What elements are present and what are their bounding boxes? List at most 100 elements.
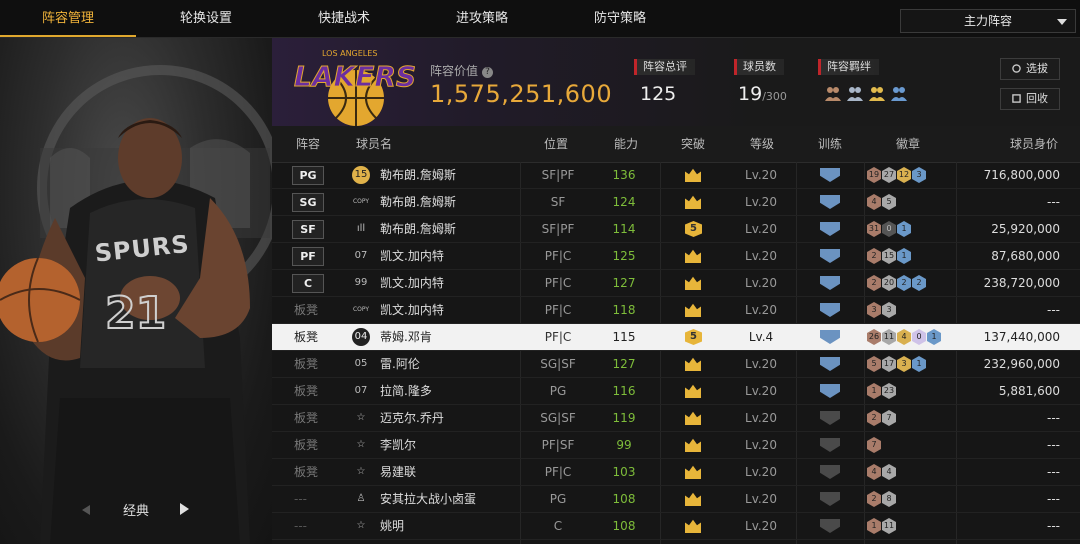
- player-name[interactable]: 凯文.加内特: [380, 297, 444, 323]
- player-rating: 136: [612, 168, 636, 182]
- table-row[interactable]: 板凳 ☆ 迈克尔.乔丹 SG|SF 119 Lv.20 2 7 ---: [272, 405, 1080, 432]
- header-slot[interactable]: 阵容: [296, 126, 320, 162]
- player-name[interactable]: 拉简.隆多: [380, 378, 432, 404]
- table-row[interactable]: SF ıll 勒布朗.詹姆斯 SF|PF 114 5 Lv.20 31 0 1 25,920,000: [272, 216, 1080, 243]
- training-shield-icon[interactable]: [820, 276, 840, 290]
- header-rating[interactable]: 能力: [614, 126, 638, 162]
- slot-label[interactable]: ---: [294, 486, 307, 512]
- tab-offense-strategy[interactable]: 进攻策略: [414, 0, 550, 37]
- slot-label[interactable]: 板凳: [294, 378, 318, 404]
- header-worth[interactable]: 球员身价: [1010, 126, 1058, 162]
- help-icon[interactable]: ?: [482, 67, 494, 78]
- badge-list[interactable]: 7: [867, 436, 882, 454]
- player-name[interactable]: 李凯尔: [380, 432, 416, 458]
- table-row[interactable]: SG COPY 勒布朗.詹姆斯 SF 124 Lv.20 4 5 ---: [272, 189, 1080, 216]
- player-name[interactable]: 凯文.加内特: [380, 243, 444, 269]
- header-position[interactable]: 位置: [544, 126, 568, 162]
- training-shield-icon[interactable]: [820, 411, 840, 425]
- table-row[interactable]: C 99 凯文.加内特 PF|C 127 Lv.20 2 20 2 2 238,720,000: [272, 270, 1080, 297]
- player-name[interactable]: 勒布朗.詹姆斯: [380, 216, 456, 242]
- table-row[interactable]: 板凳 COPY 凯文.加内特 PF|C 118 Lv.20 3 3 ---: [272, 297, 1080, 324]
- badge-list[interactable]: 31 0 1: [867, 220, 912, 238]
- training-shield-icon[interactable]: [820, 492, 840, 506]
- slot-label[interactable]: ---: [294, 513, 307, 539]
- badge-list[interactable]: 33: [867, 301, 897, 319]
- player-name[interactable]: 勒布朗.詹姆斯: [380, 162, 456, 188]
- training-shield-icon[interactable]: [820, 195, 840, 209]
- player-name[interactable]: 迈克尔.乔丹: [380, 405, 444, 431]
- player-position: PG: [549, 384, 567, 398]
- badge-list[interactable]: 19 27 12 3: [867, 166, 927, 184]
- table-row[interactable]: 板凳 07 拉简.隆多 PG 116 Lv.20 1 23 5,881,600: [272, 378, 1080, 405]
- training-shield-icon[interactable]: [820, 222, 840, 236]
- training-shield-icon[interactable]: [820, 249, 840, 263]
- slot-label[interactable]: 板凳: [294, 459, 318, 485]
- header-name[interactable]: 球员名: [356, 126, 392, 162]
- header-breakthrough[interactable]: 突破: [681, 126, 705, 162]
- chemistry-bronze-icon[interactable]: [824, 85, 842, 103]
- recycle-button[interactable]: 回收: [1000, 88, 1060, 110]
- slot-badge[interactable]: PG: [292, 166, 324, 185]
- badge-list[interactable]: 2 15 1: [867, 247, 912, 265]
- badge-blue: 1: [897, 221, 911, 237]
- player-name[interactable]: 凯文.加内特: [380, 270, 444, 296]
- badge-list[interactable]: 2 20 2 2: [867, 274, 927, 292]
- header-level[interactable]: 等级: [750, 126, 774, 162]
- player-name[interactable]: 蒂姆.邓肯: [380, 324, 432, 350]
- chemistry-blue-icon[interactable]: [890, 85, 908, 103]
- chemistry-gold-icon[interactable]: [868, 85, 886, 103]
- player-level: Lv.4: [748, 330, 774, 344]
- tab-quick-tactics[interactable]: 快捷战术: [276, 0, 412, 37]
- training-shield-icon[interactable]: [820, 303, 840, 317]
- slot-badge[interactable]: SF: [292, 220, 324, 239]
- tab-rotation-settings[interactable]: 轮换设置: [138, 0, 274, 37]
- tab-lineup-management[interactable]: 阵容管理: [0, 0, 136, 37]
- player-name[interactable]: 姚明: [380, 513, 404, 539]
- badge-list[interactable]: 26 11 4 0 1: [867, 328, 942, 346]
- training-shield-icon[interactable]: [820, 438, 840, 452]
- table-row[interactable]: 板凳 ☆ 李凯尔 PF|SF 99 Lv.20 7 ---: [272, 432, 1080, 459]
- slot-badge[interactable]: C: [292, 274, 324, 293]
- slot-badge[interactable]: PF: [292, 247, 324, 266]
- player-worth: 25,920,000: [991, 222, 1060, 236]
- table-row[interactable]: 板凳 04 蒂姆.邓肯 PF|C 115 5 Lv.4 26 11 4 0 1 137,440,000: [272, 324, 1080, 351]
- slot-label[interactable]: 板凳: [294, 297, 318, 323]
- table-row[interactable]: 板凳 ☆ 易建联 PF|C 103 Lv.20 4 4 ---: [272, 459, 1080, 486]
- table-row[interactable]: PF 07 凯文.加内特 PF|C 125 Lv.20 2 15 1 87,680,000: [272, 243, 1080, 270]
- player-name[interactable]: 安其拉大战小卤蛋: [380, 486, 476, 512]
- table-row[interactable]: PG 15 勒布朗.詹姆斯 SF|PF 136 Lv.20 19 27 12 3 716,800,0…: [272, 162, 1080, 189]
- training-shield-icon[interactable]: [820, 384, 840, 398]
- badge-list[interactable]: 44: [867, 463, 897, 481]
- player-name[interactable]: 易建联: [380, 459, 416, 485]
- player-rating: 108: [612, 519, 636, 533]
- player-name[interactable]: 雷.阿伦: [380, 351, 420, 377]
- badge-list[interactable]: 28: [867, 490, 897, 508]
- badge-list[interactable]: 27: [867, 409, 897, 427]
- badge-list[interactable]: 1 11: [867, 517, 897, 535]
- training-shield-icon[interactable]: [820, 465, 840, 479]
- jersey-number-badge: COPY: [352, 198, 370, 205]
- next-style-arrow[interactable]: [180, 503, 189, 515]
- select-button[interactable]: 选拔: [1000, 58, 1060, 80]
- slot-label[interactable]: 板凳: [294, 405, 318, 431]
- slot-label[interactable]: 板凳: [294, 351, 318, 377]
- player-name[interactable]: 勒布朗.詹姆斯: [380, 189, 456, 215]
- badge-list[interactable]: 1 23: [867, 382, 897, 400]
- badge-list[interactable]: 45: [867, 193, 897, 211]
- tab-defense-strategy[interactable]: 防守策略: [552, 0, 688, 37]
- header-training[interactable]: 训练: [818, 126, 842, 162]
- slot-badge[interactable]: SG: [292, 193, 324, 212]
- table-row[interactable]: --- ☆ 姚明 C 108 Lv.20 1 11 ---: [272, 513, 1080, 540]
- chemistry-silver-icon[interactable]: [846, 85, 864, 103]
- table-row[interactable]: 板凳 05 雷.阿伦 SG|SF 127 Lv.20 5 17 3 1 232,960,000: [272, 351, 1080, 378]
- header-badges[interactable]: 徽章: [896, 126, 920, 162]
- training-shield-icon[interactable]: [820, 357, 840, 371]
- table-row[interactable]: --- ♙ 安其拉大战小卤蛋 PG 108 Lv.20 2 8 ---: [272, 486, 1080, 513]
- slot-label[interactable]: 板凳: [294, 432, 318, 458]
- badge-list[interactable]: 5 17 3 1: [867, 355, 927, 373]
- training-shield-icon[interactable]: [820, 330, 840, 344]
- slot-label[interactable]: 板凳: [294, 324, 318, 350]
- lineup-select[interactable]: 主力阵容: [900, 9, 1076, 33]
- training-shield-icon[interactable]: [820, 519, 840, 533]
- training-shield-icon[interactable]: [820, 168, 840, 182]
